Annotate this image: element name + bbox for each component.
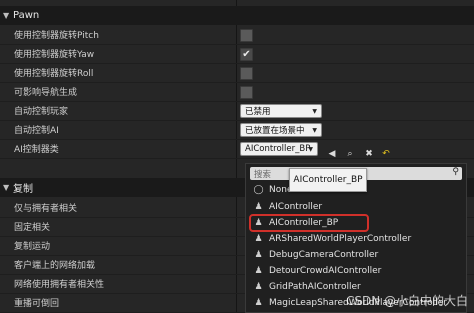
dropdown-value: AIController_BP [245, 144, 311, 154]
chevron-down-icon: ▼ [312, 126, 317, 134]
search-icon: ⚲ [452, 167, 459, 177]
browse-search-icon[interactable]: ⌕ [344, 148, 356, 160]
option-label: GridPathAIController [269, 282, 361, 292]
ai-controller-class-dropdown[interactable]: AIController_BP ▼ [240, 142, 318, 156]
property-label: AI控制器类 [14, 145, 59, 155]
list-item[interactable]: ♟ DetourCrowdAIController [250, 263, 462, 279]
actor-icon: ♟ [254, 282, 263, 292]
property-label: 使用控制器旋转Roll [14, 69, 94, 79]
property-label: 自动控制玩家 [14, 107, 69, 117]
property-label: 网络使用拥有者相关性 [14, 280, 105, 290]
section-header-pawn[interactable]: ▼ Pawn [0, 6, 474, 25]
property-label: 固定相关 [14, 223, 51, 233]
list-item[interactable]: ♟ AIController [250, 199, 462, 215]
property-label: 重播可倒回 [14, 299, 60, 309]
checkmark-icon: ✔ [242, 49, 251, 60]
list-item[interactable]: ♟ DebugCameraController [250, 247, 462, 263]
option-label: AIController [269, 202, 323, 212]
option-label: ARSharedWorldPlayerController [269, 234, 412, 244]
option-label: DebugCameraController [269, 250, 379, 260]
actor-icon: ♟ [254, 234, 263, 244]
property-row: 可影响导航生成 [0, 82, 474, 102]
property-row: 自动控制玩家 已禁用 ▼ [0, 101, 474, 121]
chevron-down-icon: ▼ [312, 107, 317, 115]
property-label: 自动控制AI [14, 126, 59, 136]
property-label: 可影响导航生成 [14, 88, 78, 98]
clear-x-icon[interactable]: ✖ [363, 148, 375, 160]
auto-possess-player-dropdown[interactable]: 已禁用 ▼ [240, 104, 322, 118]
property-label: 客户端上的网络加载 [14, 261, 96, 271]
tooltip: AIController_BP [289, 168, 367, 192]
use-selected-arrow-icon[interactable]: ◀ [326, 148, 338, 160]
collapse-arrow-icon[interactable]: ▼ [3, 183, 13, 192]
property-row: 使用控制器旋转Pitch [0, 25, 474, 45]
dropdown-value: 已放置在场景中 [245, 126, 305, 136]
option-label: DetourCrowdAIController [269, 266, 382, 276]
use-controller-pitch-checkbox[interactable] [240, 29, 253, 42]
property-label: 仅与拥有者相关 [14, 204, 78, 214]
section-title: 复制 [13, 184, 33, 195]
chevron-down-icon: ▼ [308, 145, 313, 153]
property-row: 自动控制AI 已放置在场景中 ▼ [0, 120, 474, 140]
reset-arrow-icon[interactable]: ↶ [380, 148, 392, 160]
collapse-arrow-icon[interactable]: ▼ [3, 11, 13, 20]
property-label: 使用控制器旋转Yaw [14, 50, 95, 60]
affect-navigation-checkbox[interactable] [240, 86, 253, 99]
actor-icon: ♟ [254, 250, 263, 260]
property-row: 使用控制器旋转Yaw ✔ [0, 44, 474, 64]
use-controller-roll-checkbox[interactable] [240, 67, 253, 80]
list-item-selected[interactable]: ♟ AIController_BP [249, 214, 369, 232]
property-label: 复制运动 [14, 242, 51, 252]
watermark: CSDN @小白中的大白 [345, 294, 468, 308]
list-item[interactable]: ♟ ARSharedWorldPlayerController [250, 231, 462, 247]
actor-icon: ♟ [254, 298, 263, 308]
auto-possess-ai-dropdown[interactable]: 已放置在场景中 ▼ [240, 123, 322, 137]
blueprint-icon: ♟ [254, 218, 263, 228]
property-label: 使用控制器旋转Pitch [14, 31, 99, 41]
option-label: AIController_BP [269, 218, 339, 228]
use-controller-yaw-checkbox[interactable]: ✔ [240, 48, 253, 61]
none-icon: ◯ [253, 185, 264, 195]
dropdown-value: 已禁用 [245, 107, 271, 117]
search-placeholder: 搜索 [254, 169, 272, 180]
actor-icon: ♟ [254, 266, 263, 276]
property-row: AI控制器类 AIController_BP ▼ [0, 139, 474, 159]
section-title: Pawn [13, 10, 40, 21]
property-row: 使用控制器旋转Roll [0, 63, 474, 83]
actor-icon: ♟ [254, 202, 263, 212]
